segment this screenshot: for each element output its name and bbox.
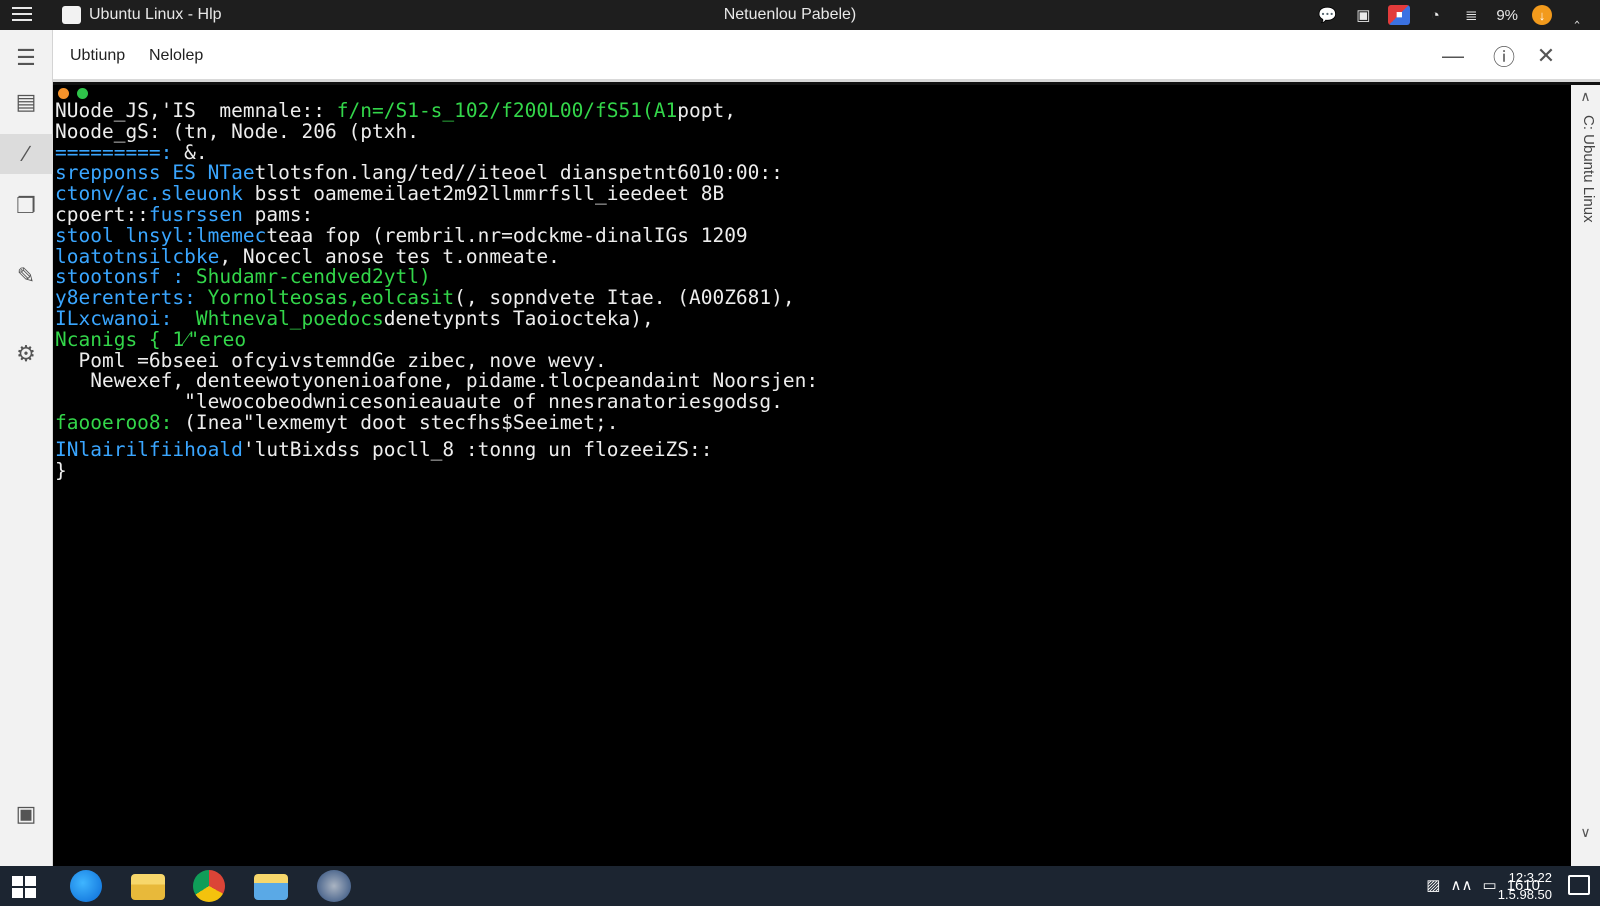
battery-percent: 9%: [1496, 6, 1518, 24]
orange-dot: [58, 88, 69, 99]
media-icon[interactable]: ▣: [1352, 5, 1374, 25]
terminal-line: stootonsf : Shudamr-cendved2ytl): [55, 265, 818, 289]
terminal-line: INlairilfiihoald'lutBixdss pocll_8 :tonn…: [55, 437, 818, 461]
scrollbar-label: C: Ubuntu Linux: [1580, 115, 1597, 223]
settings-icon[interactable]: ⚙: [10, 338, 42, 370]
message-icon[interactable]: ≣: [1460, 5, 1482, 25]
terminal-text: INlairilfiihoald: [55, 437, 243, 461]
close-icon[interactable]: ✕: [1531, 41, 1561, 71]
terminal-line: }: [55, 458, 818, 482]
window-header: Ubtiunp Nelolep — ⓘ ✕: [53, 30, 1600, 82]
terminal-text: Ncanigs { 1⁄"ereo: [55, 327, 247, 351]
terminal-text: Noode_gS: (tn, Node. 206 (ptxh.: [55, 119, 419, 143]
update-icon[interactable]: ↓: [1532, 5, 1552, 25]
terminal-text: popt,: [677, 99, 736, 122]
terminal-line: loatotnsilcbke, Nocecl anose tes t.onmea…: [55, 244, 818, 268]
terminal-text: Newexef, denteewotyonenioafone, pidame.t…: [55, 369, 819, 393]
terminal-text: bsst oamemeilaet2m92llmmrfsll_ieedeet 8B: [254, 182, 725, 206]
scroll-down-icon[interactable]: ∨: [1578, 825, 1593, 840]
edge-icon[interactable]: [70, 870, 102, 902]
clock-time: 12:3.22: [1508, 870, 1552, 885]
terminal-line: y8erenterts: Yornolteosas,eolcasit(, sop…: [55, 286, 818, 310]
terminal-text: fusrssen: [148, 202, 255, 226]
chrome-icon[interactable]: [193, 870, 225, 902]
folder-icon[interactable]: [131, 874, 165, 900]
terminal-line: srepponss ES NTaetlotsfon.lang/ted//iteo…: [55, 161, 818, 185]
terminal-text: Poml =6bseei ofcyivstemndGe zibec, nove …: [55, 348, 607, 372]
taskbar: ▨ ∧∧ ▭ 1610 12:3.22 1.5.98.50: [0, 866, 1600, 906]
terminal-text: teaa fop (rembril.nr=odckme-dinalIGs 120…: [266, 223, 748, 247]
terminal-text: ctonv/ac.sleuonk: [55, 182, 255, 206]
keyboard-icon[interactable]: ▭: [1482, 876, 1496, 894]
terminal-icon[interactable]: ∕: [0, 134, 53, 174]
terminal-text: pams:: [254, 202, 314, 226]
terminal-text: }: [55, 458, 67, 482]
start-button[interactable]: [12, 876, 36, 898]
terminal-text: denetypnts Taoiocteka),: [383, 306, 654, 330]
terminal-text: y8erenterts:: [55, 286, 208, 310]
terminal-text: Yornolteosas,eolcasit: [207, 286, 455, 310]
terminal-line: Ncanigs { 1⁄"ereo: [55, 327, 818, 351]
terminal-text: Whtneval_poedocs: [195, 306, 384, 330]
copy-icon[interactable]: ❐: [10, 190, 42, 222]
terminal-line: ctonv/ac.sleuonk bsst oamemeilaet2m92llm…: [55, 182, 818, 206]
brush-icon[interactable]: ✎: [10, 260, 42, 292]
tab-nelolep[interactable]: Nelolep: [149, 47, 203, 65]
document-icon[interactable]: ▤: [10, 86, 42, 118]
terminal-text: loatotnsilcbke: [55, 244, 220, 268]
terminal-text: , Nocecl anose tes t.onmeate.: [219, 244, 560, 268]
collapse-icon[interactable]: ☰: [10, 42, 42, 74]
tab-ubtiunp[interactable]: Ubtiunp: [70, 47, 125, 65]
terminal-line: =========: &.: [55, 140, 818, 164]
info-icon[interactable]: ⓘ: [1489, 41, 1519, 71]
terminal-line: cpoert::fusrssen pams:: [55, 202, 818, 226]
terminal-text: stool lnsyl:lmemec: [55, 223, 267, 247]
chevron-icon[interactable]: ‸: [1566, 5, 1588, 25]
window-dots: [58, 88, 88, 99]
terminal-text: (Inea"lexmemyt doot stecfhs$Seeimet;.: [184, 410, 619, 434]
file-explorer-icon[interactable]: [254, 874, 288, 900]
chevron-up-icon[interactable]: ∧∧: [1450, 876, 1472, 894]
terminal-text: srepponss ES NTae: [55, 161, 255, 185]
clock-icon[interactable]: ◔: [1424, 5, 1446, 25]
terminal-text: "lewocobeodwnicesonieauaute of nnesranat…: [55, 390, 783, 414]
clock-date: 1.5.98.50: [1497, 887, 1552, 902]
terminal-text: faooeroo8:: [55, 410, 185, 434]
terminal-text: =========:: [55, 140, 185, 164]
network-icon[interactable]: ▨: [1426, 876, 1440, 894]
scroll-up-icon[interactable]: ∧: [1578, 89, 1593, 104]
terminal-text: tlotsfon.lang/ted//iteoel dianspetnt6010…: [254, 161, 783, 185]
terminal-line: Noode_gS: (tn, Node. 206 (ptxh.: [55, 119, 818, 143]
vertical-scrollbar[interactable]: ∧ C: Ubuntu Linux ∨: [1571, 85, 1600, 866]
terminal-text: ILxcwanoi:: [55, 306, 196, 330]
terminal-output[interactable]: NUode_JS,'IS memnale:: f/n=/S1-s_102/f20…: [53, 85, 1571, 866]
chat-icon[interactable]: 💬: [1316, 5, 1338, 25]
terminal-line: "lewocobeodwnicesonieauaute of nnesranat…: [55, 390, 818, 414]
terminal-text: &.: [184, 140, 208, 164]
terminal-text: f/n=/S1-s_102/f200L00/fS51(A1: [336, 99, 678, 122]
notification-icon[interactable]: [1568, 875, 1590, 895]
green-dot: [77, 88, 88, 99]
terminal-line: Newexef, denteewotyonenioafone, pidame.t…: [55, 369, 819, 393]
package-icon[interactable]: ▣: [10, 798, 42, 830]
terminal-text: NUode_JS,'IS memnale::: [55, 99, 337, 122]
minimize-icon[interactable]: —: [1438, 41, 1468, 71]
terminal-line: stool lnsyl:lmemecteaa fop (rembril.nr=o…: [55, 223, 818, 247]
terminal-text: 'lutBixdss pocll_8 :tonng un flozeeiZS::: [242, 437, 713, 461]
terminal-line: faooeroo8: (Inea"lexmemyt doot stecfhs$S…: [55, 410, 818, 434]
terminal-text: (, sopndvete Itae. (A00Z681),: [454, 286, 795, 310]
terminal-lines: NUode_JS,'IS memnale:: f/n=/S1-s_102/f20…: [55, 99, 819, 482]
title-bar: Ubuntu Linux - Hlp Netuenlou Pabele) 💬 ▣…: [0, 0, 1600, 30]
left-sidebar: ☰ ▤ ∕ ❐ ✎ ⚙ ▣: [0, 30, 53, 866]
terminal-line: NUode_JS,'IS memnale:: f/n=/S1-s_102/f20…: [55, 99, 818, 122]
terminal-text: cpoert::: [55, 202, 149, 226]
clock[interactable]: 12:3.22 1.5.98.50: [1498, 869, 1552, 903]
terminal-line: Poml =6bseei ofcyivstemndGe zibec, nove …: [55, 348, 818, 372]
terminal-line: ILxcwanoi: Whtneval_poedocsdenetypnts Ta…: [55, 306, 818, 330]
terminal-text: stootonsf :: [55, 265, 196, 289]
terminal-text: Shudamr-cendved2ytl): [195, 265, 431, 289]
system-tray: 💬 ▣ ■ ◔ ≣ 9% ↓ ‸: [1316, 4, 1588, 26]
app-icon-tray[interactable]: ■: [1388, 5, 1411, 25]
settings-globe-icon[interactable]: [317, 870, 351, 902]
